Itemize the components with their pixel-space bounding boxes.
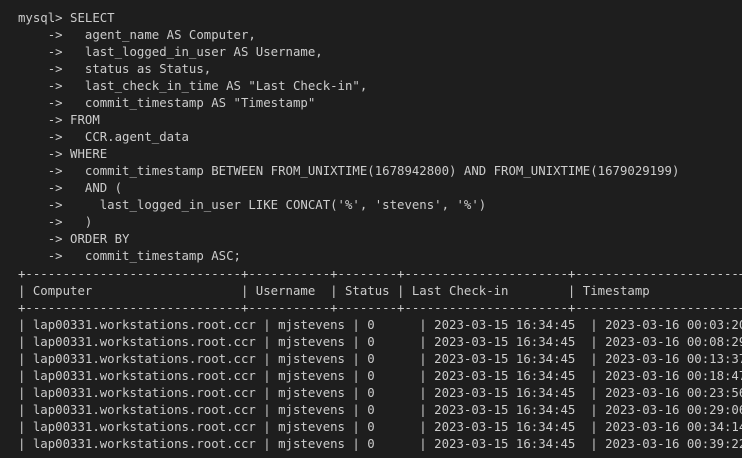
query-line: -> AND ( <box>18 181 123 195</box>
query-line: -> last_logged_in_user AS Username, <box>18 45 323 59</box>
table-header: | Computer | Username | Status | Last Ch… <box>18 284 742 298</box>
table-border-mid: +-----------------------------+---------… <box>18 301 742 315</box>
query-line: -> agent_name AS Computer, <box>18 28 256 42</box>
table-row: | lap00331.workstations.root.ccr | mjste… <box>18 318 742 332</box>
table-row: | lap00331.workstations.root.ccr | mjste… <box>18 420 742 434</box>
query-line: -> ORDER BY <box>18 232 130 246</box>
table-row: | lap00331.workstations.root.ccr | mjste… <box>18 437 742 451</box>
query-line: -> ) <box>18 215 93 229</box>
query-line: -> commit_timestamp AS "Timestamp" <box>18 96 316 110</box>
query-line: mysql> SELECT <box>18 11 115 25</box>
query-line: -> commit_timestamp ASC; <box>18 249 241 263</box>
table-row: | lap00331.workstations.root.ccr | mjste… <box>18 369 742 383</box>
query-line: -> CCR.agent_data <box>18 130 189 144</box>
query-line: -> last_logged_in_user LIKE CONCAT('%', … <box>18 198 487 212</box>
query-line: -> last_check_in_time AS "Last Check-in"… <box>18 79 368 93</box>
table-row: | lap00331.workstations.root.ccr | mjste… <box>18 403 742 417</box>
table-border-top: +-----------------------------+---------… <box>18 267 742 281</box>
table-row: | lap00331.workstations.root.ccr | mjste… <box>18 335 742 349</box>
query-line: -> WHERE <box>18 147 108 161</box>
query-line: -> FROM <box>18 113 100 127</box>
terminal-output[interactable]: mysql> SELECT -> agent_name AS Computer,… <box>0 0 742 458</box>
query-line: -> commit_timestamp BETWEEN FROM_UNIXTIM… <box>18 164 680 178</box>
table-row: | lap00331.workstations.root.ccr | mjste… <box>18 352 742 366</box>
query-line: -> status as Status, <box>18 62 212 76</box>
table-row: | lap00331.workstations.root.ccr | mjste… <box>18 386 742 400</box>
